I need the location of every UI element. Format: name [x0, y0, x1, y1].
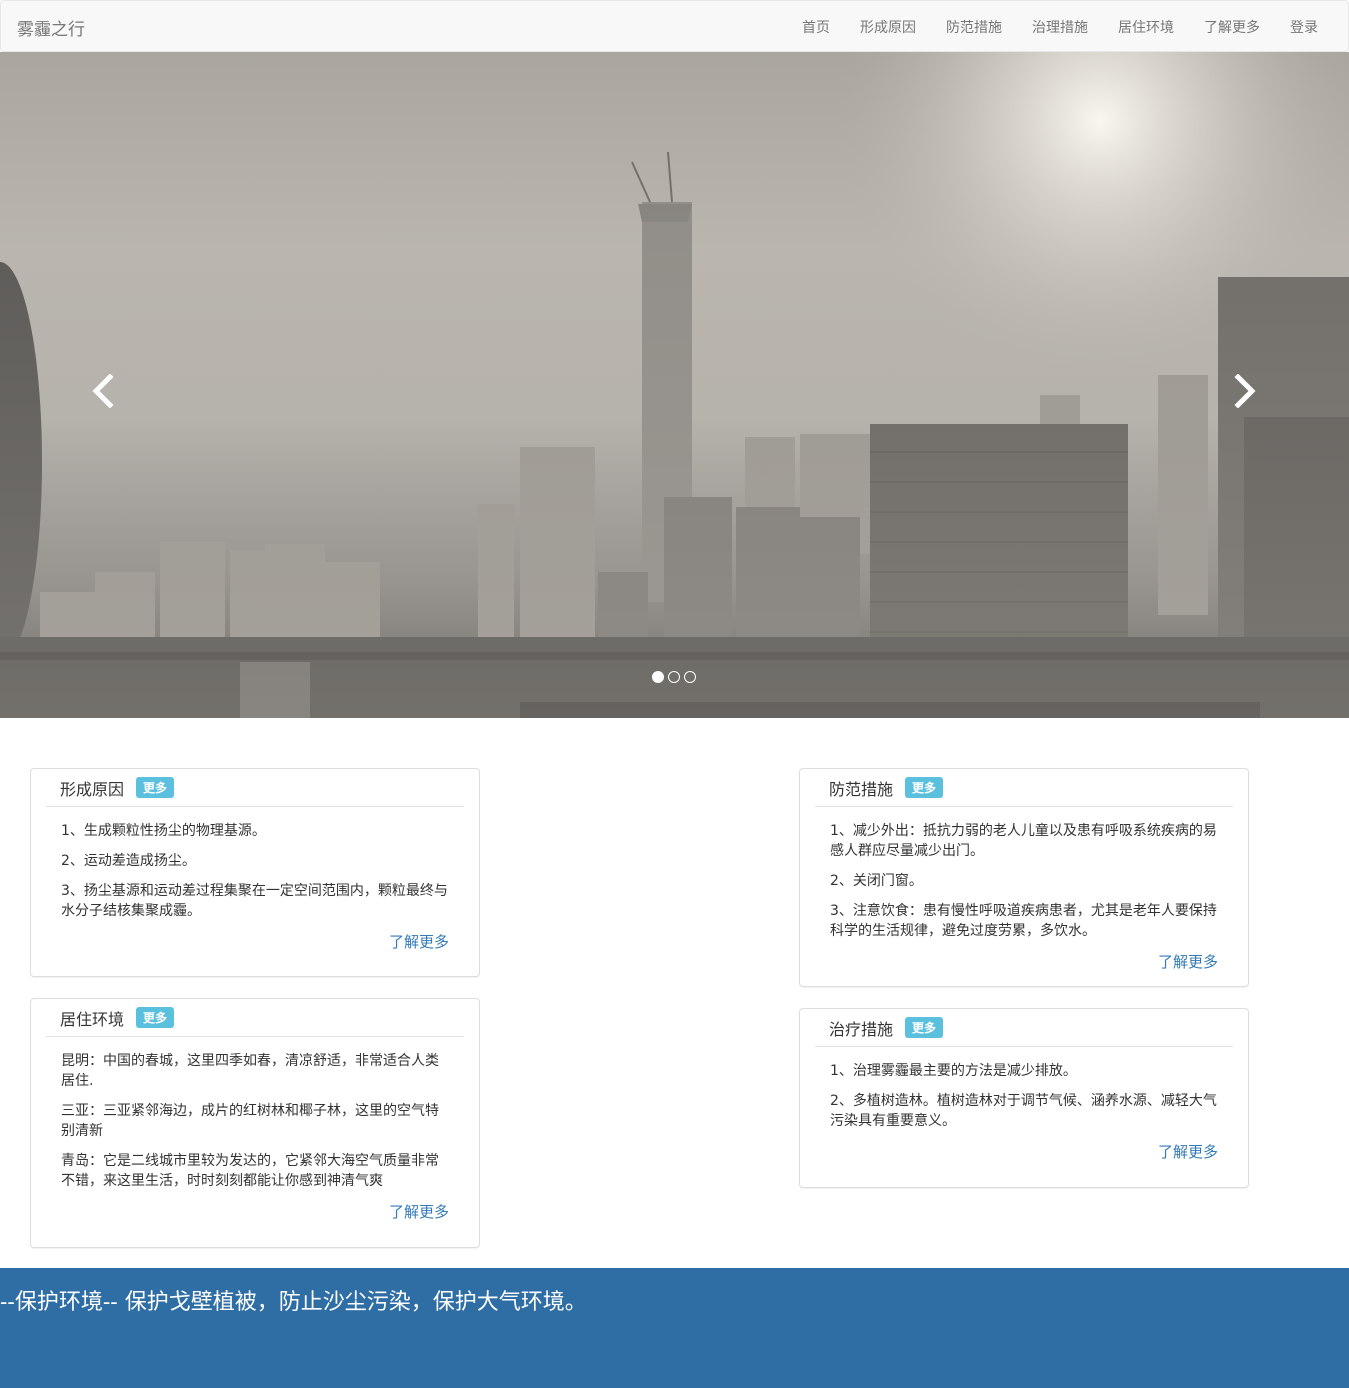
panel-body: 1、治理雾霾最主要的方法是减少排放。 2、多植树造林。植树造林对于调节气候、涵养… [800, 1047, 1248, 1180]
panel-body: 1、生成颗粒性扬尘的物理基源。 2、运动差造成扬尘。 3、扬尘基源和运动差过程集… [31, 807, 479, 970]
learn-more-link[interactable]: 了解更多 [389, 1203, 449, 1221]
list-item: 2、多植树造林。植树造林对于调节气候、涵养水源、减轻大气污染具有重要意义。 [830, 1093, 1217, 1129]
panel-living: 居住环境 更多 昆明：中国的春城，这里四季如春，清凉舒适，非常适合人类居住. 三… [30, 998, 480, 1248]
more-badge[interactable]: 更多 [905, 777, 944, 798]
panel-header: 形成原因 更多 [46, 769, 464, 807]
carousel-next-button[interactable] [1220, 366, 1270, 416]
nav-item-home[interactable]: 首页 [802, 17, 830, 37]
panel-title: 治疗措施 [829, 1019, 894, 1039]
haze-city-image [0, 52, 1349, 718]
more-badge[interactable]: 更多 [136, 1007, 175, 1028]
list-item: 三亚：三亚紧邻海边，成片的红树林和椰子林，这里的空气特别清新 [61, 1103, 439, 1139]
panel-body: 昆明：中国的春城，这里四季如春，清凉舒适，非常适合人类居住. 三亚：三亚紧邻海边… [31, 1037, 479, 1240]
panel-prevention: 防范措施 更多 1、减少外出：抵抗力弱的老人儿童以及患有呼吸系统疾病的易感人群应… [799, 768, 1249, 987]
list-item: 1、治理雾霾最主要的方法是减少排放。 [830, 1063, 1077, 1079]
hero-carousel [0, 52, 1349, 718]
learn-more-link[interactable]: 了解更多 [1158, 953, 1218, 971]
learn-more-link[interactable]: 了解更多 [389, 933, 449, 951]
top-navbar: 雾霾之行 首页 形成原因 防范措施 治理措施 居住环境 了解更多 登录 [0, 0, 1349, 52]
list-item: 3、扬尘基源和运动差过程集聚在一定空间范围内，颗粒最终与水分子结核集聚成霾。 [61, 883, 448, 919]
list-item: 1、生成颗粒性扬尘的物理基源。 [61, 823, 266, 839]
list-item: 青岛：它是二线城市里较为发达的，它紧邻大海空气质量非常不错，来这里生活，时时刻刻… [61, 1153, 439, 1189]
list-item: 3、注意饮食：患有慢性呼吸道疾病患者，尤其是老年人要保持科学的生活规律，避免过度… [830, 903, 1217, 939]
carousel-indicators [652, 671, 696, 683]
list-item: 昆明：中国的春城，这里四季如春，清凉舒适，非常适合人类居住. [61, 1053, 439, 1089]
nav-item-prevention[interactable]: 防范措施 [946, 17, 1002, 37]
list-item: 2、运动差造成扬尘。 [61, 853, 196, 869]
footer-slogan: --保护环境-- 保护戈壁植被，防止沙尘污染，保护大气环境。 [0, 1290, 587, 1315]
panel-body: 1、减少外出：抵抗力弱的老人儿童以及患有呼吸系统疾病的易感人群应尽量减少出门。 … [800, 807, 1248, 990]
carousel-dot-2[interactable] [668, 671, 680, 683]
nav-item-login[interactable]: 登录 [1290, 17, 1318, 37]
carousel-dot-1[interactable] [652, 671, 664, 683]
list-item: 1、减少外出：抵抗力弱的老人儿童以及患有呼吸系统疾病的易感人群应尽量减少出门。 [830, 823, 1217, 859]
panel-header: 治疗措施 更多 [815, 1009, 1233, 1047]
brand-logo[interactable]: 雾霾之行 [17, 15, 85, 40]
panel-title: 居住环境 [60, 1009, 125, 1029]
more-badge[interactable]: 更多 [136, 777, 175, 798]
more-badge[interactable]: 更多 [905, 1017, 944, 1038]
nav-item-living[interactable]: 居住环境 [1118, 17, 1174, 37]
carousel-dot-3[interactable] [684, 671, 696, 683]
chevron-left-icon [92, 374, 114, 408]
nav-item-causes[interactable]: 形成原因 [860, 17, 916, 37]
panel-causes: 形成原因 更多 1、生成颗粒性扬尘的物理基源。 2、运动差造成扬尘。 3、扬尘基… [30, 768, 480, 977]
nav-item-governance[interactable]: 治理措施 [1032, 17, 1088, 37]
learn-more-link[interactable]: 了解更多 [1158, 1143, 1218, 1161]
nav-item-more[interactable]: 了解更多 [1204, 17, 1260, 37]
panel-header: 防范措施 更多 [815, 769, 1233, 807]
panel-title: 防范措施 [829, 779, 894, 799]
footer-banner: --保护环境-- 保护戈壁植被，防止沙尘污染，保护大气环境。 [0, 1268, 1349, 1388]
chevron-right-icon [1234, 374, 1256, 408]
panel-header: 居住环境 更多 [46, 999, 464, 1037]
carousel-prev-button[interactable] [78, 366, 128, 416]
list-item: 2、关闭门窗。 [830, 873, 923, 889]
panel-treatment: 治疗措施 更多 1、治理雾霾最主要的方法是减少排放。 2、多植树造林。植树造林对… [799, 1008, 1249, 1188]
panel-title: 形成原因 [60, 779, 125, 799]
nav-menu: 首页 形成原因 防范措施 治理措施 居住环境 了解更多 登录 [772, 1, 1318, 53]
